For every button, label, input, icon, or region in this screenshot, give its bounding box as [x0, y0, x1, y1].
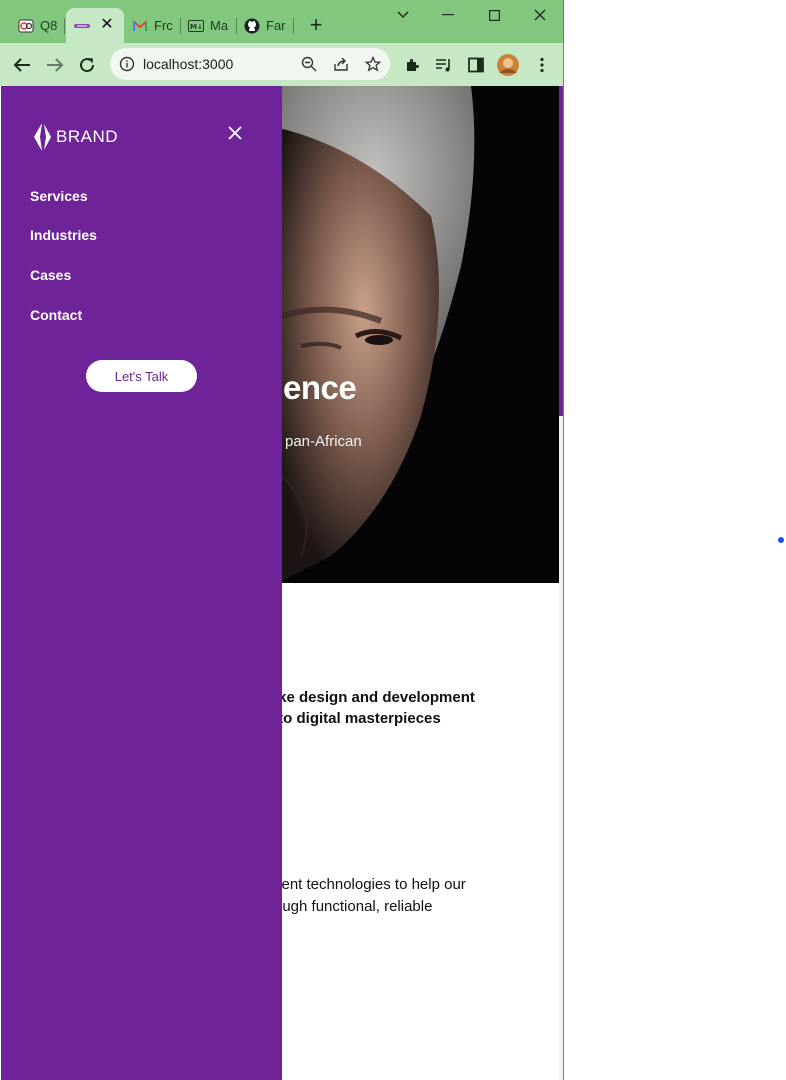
tab-brand[interactable]: ✕ [66, 8, 124, 43]
site-info-icon[interactable] [118, 55, 136, 73]
body-line-1: ment technologies to help our [269, 876, 466, 893]
close-icon[interactable] [225, 123, 245, 143]
intro-line-2: nto digital masterpieces [269, 710, 441, 727]
zoom-icon[interactable] [300, 55, 318, 73]
browser-toolbar: localhost:3000 [0, 43, 563, 86]
logo-text: BRAND [56, 127, 119, 146]
tab-label: Ma [210, 18, 229, 33]
nav-item-contact[interactable]: Contact [30, 307, 82, 323]
tab-gmail[interactable]: Frc [126, 8, 181, 43]
page-viewport: ence pan-African oke design and developm… [1, 86, 563, 1080]
tab-label: Far [266, 18, 286, 33]
media-control-icon[interactable] [432, 53, 456, 77]
qa-icon [18, 18, 34, 34]
nav-item-services[interactable]: Services [30, 188, 88, 204]
minimize-icon[interactable] [433, 4, 463, 26]
brand-logo[interactable]: BRAND [34, 123, 118, 151]
back-icon[interactable] [10, 53, 34, 77]
tab-github[interactable]: Far [238, 8, 294, 43]
nav-item-industries[interactable]: Industries [30, 227, 97, 243]
tab-strip: Q8 ✕ Frc M↓ Ma Far + [0, 0, 563, 43]
tab-markdown[interactable]: M↓ Ma [182, 8, 237, 43]
cursor-dot [778, 537, 784, 543]
diamond-logo-icon [34, 123, 51, 151]
nav-drawer: BRAND Services Industries Cases Contact … [1, 86, 282, 1080]
extensions-icon[interactable] [400, 53, 424, 77]
lets-talk-button[interactable]: Let's Talk [86, 360, 197, 392]
tab-q8[interactable]: Q8 [10, 8, 65, 43]
avatar[interactable] [496, 53, 520, 77]
nav-item-cases[interactable]: Cases [30, 267, 71, 283]
new-tab-button[interactable]: + [304, 14, 328, 38]
screen: Q8 ✕ Frc M↓ Ma Far + localhost:3000 ence… [0, 0, 786, 1080]
maximize-icon[interactable] [479, 4, 509, 26]
hero-heading: ence [283, 369, 357, 406]
tab-search-icon[interactable] [388, 4, 418, 26]
markdown-icon: M↓ [188, 18, 204, 34]
browser-window: Q8 ✕ Frc M↓ Ma Far + localhost:3000 ence… [0, 0, 564, 1080]
hero-subheading: pan-African [285, 433, 362, 450]
gmail-icon [132, 18, 148, 34]
reload-icon[interactable] [75, 53, 99, 77]
tab-label: Frc [154, 18, 173, 33]
scrollbar-thumb[interactable] [559, 86, 563, 416]
tab-label: Q8 [40, 18, 58, 33]
side-panel-icon[interactable] [464, 53, 488, 77]
intro-line-1: oke design and development [269, 689, 475, 706]
browser-menu-icon[interactable] [530, 53, 554, 77]
url-text: localhost:3000 [143, 56, 234, 72]
brand-favicon [74, 18, 90, 34]
window-close-icon[interactable] [525, 4, 555, 26]
bookmark-star-icon[interactable] [364, 55, 382, 73]
forward-icon[interactable] [43, 53, 67, 77]
share-icon[interactable] [332, 55, 350, 73]
address-bar[interactable]: localhost:3000 [110, 48, 390, 80]
github-icon [244, 18, 260, 34]
tab-close-icon[interactable]: ✕ [98, 16, 116, 34]
svg-text:M↓: M↓ [190, 23, 203, 31]
body-line-2: rough functional, reliable [269, 898, 433, 915]
